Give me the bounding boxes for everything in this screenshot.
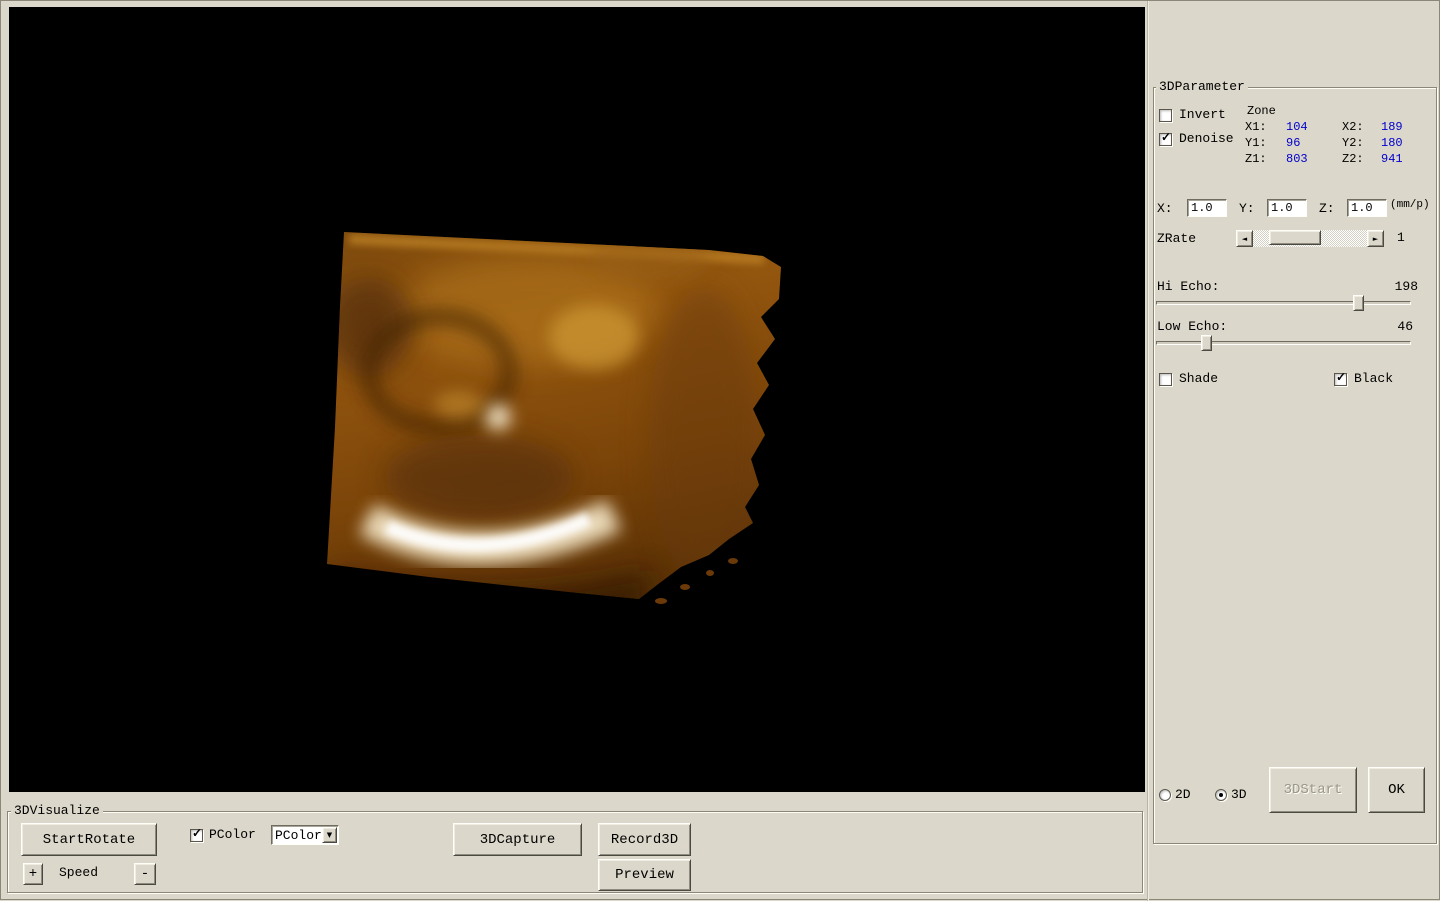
denoise-label: Denoise — [1179, 131, 1234, 146]
zrate-thumb[interactable] — [1269, 230, 1321, 245]
mode-3d-label: 3D — [1231, 787, 1247, 802]
zrate-right-arrow-button[interactable]: ► — [1367, 230, 1384, 247]
shade-checkbox[interactable] — [1159, 373, 1172, 386]
check-icon: ✓ — [192, 827, 203, 841]
denoise-checkbox[interactable]: ✓ — [1159, 131, 1172, 146]
x-scale-label: X: — [1157, 201, 1173, 216]
black-label: Black — [1354, 371, 1394, 386]
record3d-button[interactable]: Record3D — [598, 823, 691, 856]
3dcapture-button[interactable]: 3DCapture — [453, 823, 582, 856]
left-arrow-icon: ◄ — [1241, 234, 1248, 243]
3d-viewport[interactable] — [9, 7, 1145, 792]
ultrasound-volume-render — [327, 232, 781, 604]
chevron-down-icon: ▼ — [326, 831, 333, 839]
speed-minus-button[interactable]: - — [134, 863, 156, 885]
pcolor-dropdown[interactable]: PColor ▼ — [271, 825, 339, 845]
check-icon: ✓ — [1336, 371, 1347, 385]
pcolor-checkbox-label: PColor — [209, 827, 256, 842]
zone-x2-value: 189 — [1381, 120, 1403, 134]
y-scale-label: Y: — [1239, 201, 1255, 216]
right-arrow-icon: ► — [1372, 234, 1379, 243]
zone-z1-value: 803 — [1286, 152, 1308, 166]
preview-button[interactable]: Preview — [598, 859, 691, 891]
check-icon: ✓ — [1161, 131, 1172, 145]
mode-2d-radio[interactable] — [1159, 789, 1171, 801]
low-echo-label: Low Echo: — [1157, 319, 1228, 334]
speed-label: Speed — [59, 865, 99, 880]
zone-y1-value: 96 — [1286, 136, 1301, 150]
visualize-group-title: 3DVisualize — [11, 804, 103, 818]
x-scale-input[interactable] — [1187, 199, 1227, 217]
hi-echo-value: 198 — [1394, 279, 1418, 294]
panel-divider — [1147, 1, 1149, 901]
shade-label: Shade — [1179, 371, 1219, 386]
mode-3d-radio[interactable] — [1215, 789, 1227, 801]
zrate-scrollbar[interactable]: ◄ ► — [1236, 230, 1384, 247]
zone-x2-label: X2: — [1342, 120, 1364, 134]
invert-checkbox[interactable] — [1159, 109, 1172, 122]
black-checkbox[interactable]: ✓ — [1334, 371, 1347, 386]
hi-echo-track[interactable] — [1156, 301, 1411, 305]
zrate-track[interactable] — [1253, 230, 1367, 247]
dropdown-arrow-button[interactable]: ▼ — [321, 827, 337, 843]
low-echo-thumb[interactable] — [1201, 335, 1212, 351]
3dstart-button[interactable]: 3DStart — [1269, 767, 1357, 813]
z-scale-label: Z: — [1319, 201, 1335, 216]
zone-y2-value: 180 — [1381, 136, 1403, 150]
pcolor-checkbox[interactable]: ✓ — [190, 827, 203, 842]
zone-title: Zone — [1247, 104, 1276, 118]
zone-y1-label: Y1: — [1245, 136, 1267, 150]
scale-unit-label: (mm/p) — [1390, 199, 1430, 211]
low-echo-value: 46 — [1397, 319, 1413, 334]
y-scale-input[interactable] — [1267, 199, 1307, 217]
zone-x1-label: X1: — [1245, 120, 1267, 134]
zone-z1-label: Z1: — [1245, 152, 1267, 166]
z-scale-input[interactable] — [1347, 199, 1387, 217]
zrate-value: 1 — [1397, 230, 1405, 245]
zone-y2-label: Y2: — [1342, 136, 1364, 150]
zrate-left-arrow-button[interactable]: ◄ — [1236, 230, 1253, 247]
zone-x1-value: 104 — [1286, 120, 1308, 134]
hi-echo-label: Hi Echo: — [1157, 279, 1220, 294]
mode-2d-label: 2D — [1175, 787, 1191, 802]
hi-echo-thumb[interactable] — [1353, 295, 1364, 311]
pcolor-dropdown-value: PColor — [275, 827, 322, 843]
ok-button[interactable]: OK — [1368, 767, 1425, 813]
invert-label: Invert — [1179, 107, 1226, 122]
low-echo-track[interactable] — [1156, 341, 1411, 345]
parameter-group-title: 3DParameter — [1156, 80, 1248, 94]
zrate-label: ZRate — [1157, 231, 1197, 246]
zone-z2-label: Z2: — [1342, 152, 1364, 166]
app-window: 3DParameter Invert ✓ Denoise Zone X1: 10… — [0, 0, 1440, 901]
zone-z2-value: 941 — [1381, 152, 1403, 166]
start-rotate-button[interactable]: StartRotate — [21, 823, 157, 856]
speed-plus-button[interactable]: + — [23, 863, 43, 885]
